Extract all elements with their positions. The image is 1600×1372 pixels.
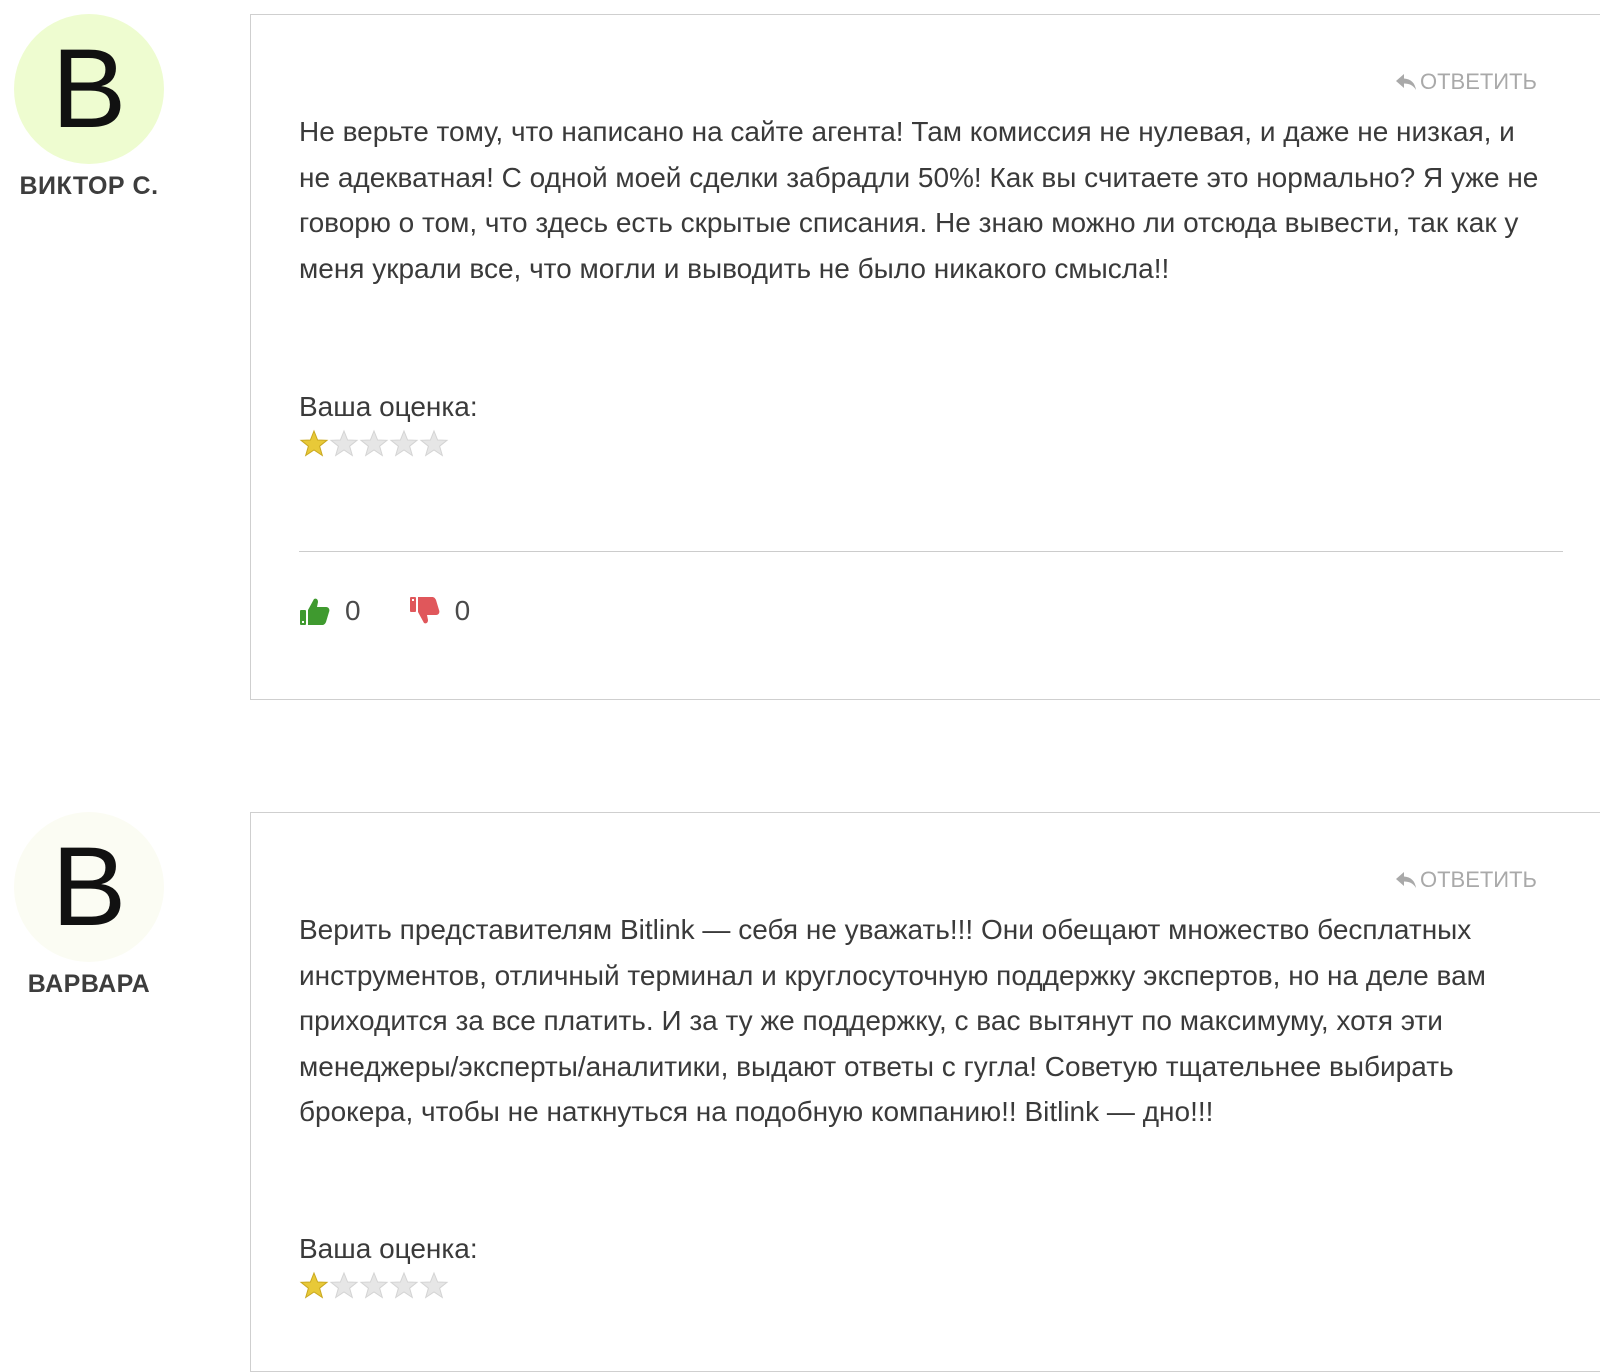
- reply-icon: [1395, 872, 1416, 888]
- star-rating[interactable]: [299, 429, 449, 459]
- star-filled-icon[interactable]: [299, 429, 329, 459]
- rating-label: Ваша оценка:: [299, 1233, 478, 1264]
- star-empty-icon[interactable]: [329, 429, 359, 459]
- star-empty-icon[interactable]: [359, 429, 389, 459]
- reply-label: ОТВЕТИТЬ: [1419, 69, 1537, 94]
- star-empty-icon[interactable]: [419, 1271, 449, 1301]
- avatar: В: [14, 812, 164, 962]
- star-empty-icon[interactable]: [329, 1271, 359, 1301]
- thumbs-down-icon: [409, 597, 439, 624]
- avatar-letter: В: [51, 824, 127, 949]
- like-button[interactable]: 0: [299, 595, 361, 627]
- avatar: В: [14, 14, 164, 164]
- star-empty-icon[interactable]: [389, 429, 419, 459]
- comment-author: В ВАРВАРА: [0, 798, 178, 999]
- reply-label: ОТВЕТИТЬ: [1419, 867, 1537, 892]
- comment-card: ОТВЕТИТЬ Верить представителям Bitlink —…: [250, 812, 1600, 1372]
- reply-icon: [1395, 74, 1416, 90]
- star-rating[interactable]: [299, 1271, 449, 1301]
- author-name: ВИКТОР С.: [19, 172, 159, 200]
- star-empty-icon[interactable]: [419, 429, 449, 459]
- comment-text: Верить представителям Bitlink — себя не …: [299, 914, 1486, 1127]
- comment-1: В ВИКТОР С. ОТВЕТИТЬ Не верьте тому, что…: [0, 0, 1600, 720]
- avatar-letter: В: [51, 26, 127, 151]
- like-count: 0: [345, 595, 361, 626]
- reply-button[interactable]: ОТВЕТИТЬ: [1394, 69, 1537, 95]
- star-empty-icon[interactable]: [359, 1271, 389, 1301]
- comment-author: В ВИКТОР С.: [0, 0, 178, 201]
- author-name: ВАРВАРА: [27, 970, 151, 998]
- star-filled-icon[interactable]: [299, 1271, 329, 1301]
- reply-button[interactable]: ОТВЕТИТЬ: [1394, 867, 1537, 893]
- dislike-count: 0: [454, 595, 471, 626]
- rating-label: Ваша оценка:: [299, 391, 478, 422]
- thumbs-up-icon: [300, 598, 330, 625]
- divider: [299, 551, 1563, 552]
- dislike-button[interactable]: 0: [409, 595, 471, 627]
- star-empty-icon[interactable]: [389, 1271, 419, 1301]
- comment-text: Не верьте тому, что написано на сайте аг…: [299, 116, 1539, 284]
- comment-card: ОТВЕТИТЬ Не верьте тому, что написано на…: [250, 14, 1600, 700]
- comment-2: В ВАРВАРА ОТВЕТИТЬ Верить представителям…: [0, 798, 1600, 1372]
- vote-bar: 0 0: [299, 595, 518, 627]
